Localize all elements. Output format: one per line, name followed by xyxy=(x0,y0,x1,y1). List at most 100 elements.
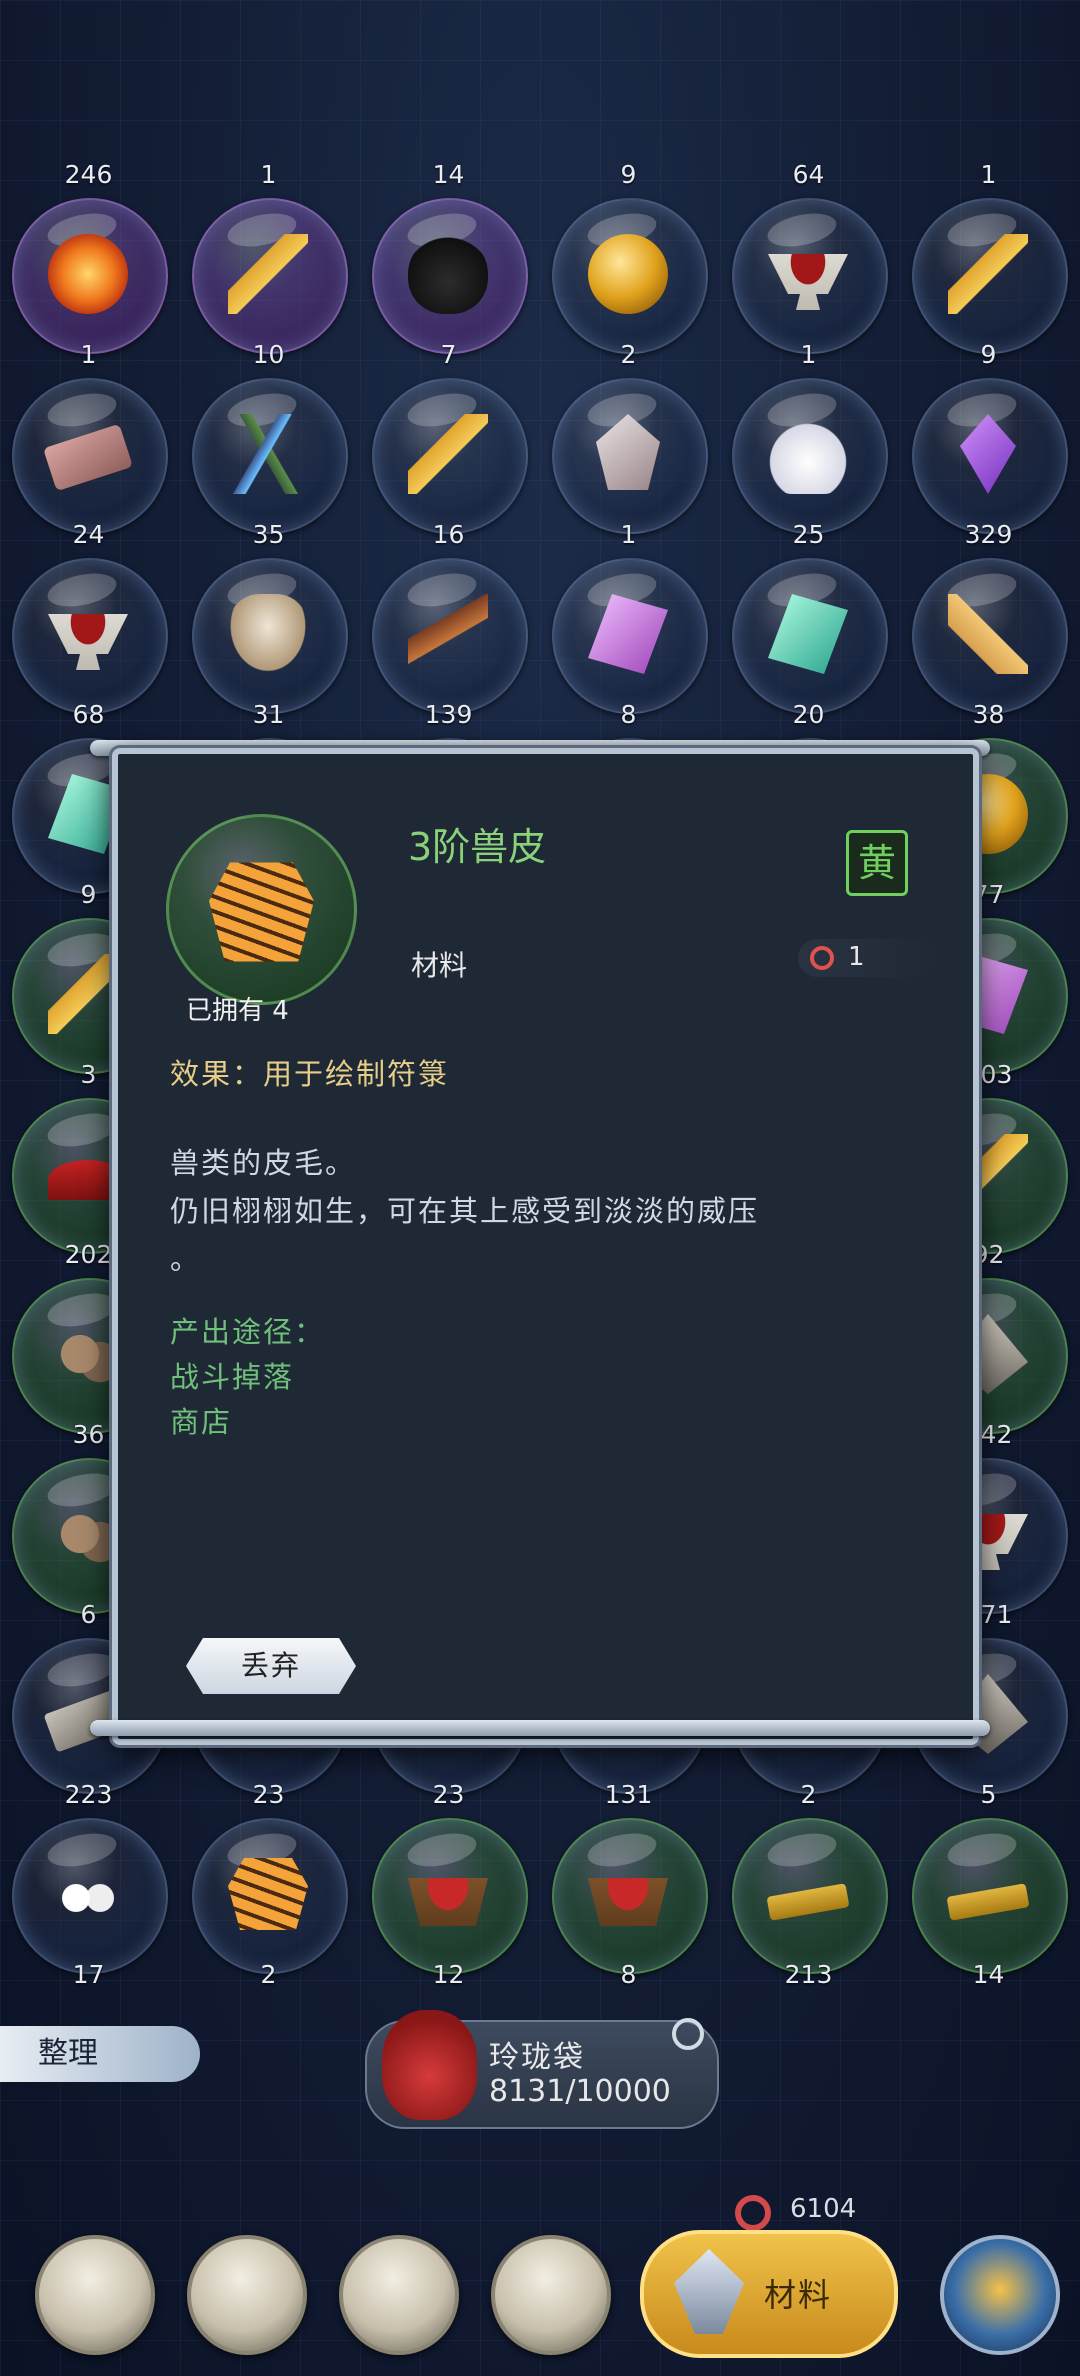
inventory-slot[interactable]: 16 xyxy=(366,520,531,714)
beetle-icon xyxy=(408,234,488,314)
inventory-slot[interactable]: 64 xyxy=(726,160,891,354)
tiger-pelt-icon xyxy=(228,1858,308,1930)
item-count: 14 xyxy=(972,1960,1005,1989)
ginseng-icon xyxy=(948,594,1028,674)
item-count: 223 xyxy=(64,1780,113,1809)
item-count: 2 xyxy=(620,340,637,369)
lingzhi-icon xyxy=(228,594,308,674)
item-count: 246 xyxy=(64,160,113,189)
modal-bottom-rod xyxy=(90,1720,990,1736)
fire-orb-icon xyxy=(48,234,128,314)
white-lotus-icon xyxy=(768,414,848,494)
item-count: 24 xyxy=(72,520,105,549)
inventory-slot[interactable]: 2 xyxy=(546,340,711,534)
bag-name: 玲珑袋 xyxy=(489,2040,585,2075)
discard-button[interactable]: 丢弃 xyxy=(186,1638,356,1694)
item-count: 2 xyxy=(800,1780,817,1809)
tiger-pelt-icon xyxy=(209,862,314,962)
item-count: 9 xyxy=(620,160,637,189)
inventory-slot[interactable]: 35 xyxy=(186,520,351,714)
inventory-slot[interactable]: 1 xyxy=(906,160,1071,354)
item-description: 兽类的皮毛。 仍旧栩栩如生，可在其上感受到淡淡的威压 。 xyxy=(170,1139,930,1283)
inventory-slot[interactable]: 213 xyxy=(726,1960,891,2130)
sword-shield-icon[interactable] xyxy=(35,2235,155,2355)
price-value: 1 xyxy=(848,942,865,972)
item-count: 329 xyxy=(964,520,1013,549)
item-name: 3阶兽皮 xyxy=(408,825,547,869)
crystal-icon xyxy=(674,2249,744,2334)
item-count: 64 xyxy=(792,160,825,189)
item-effect: 效果：用于绘制符箓 xyxy=(170,1057,450,1091)
inventory-slot[interactable]: 9 xyxy=(546,160,711,354)
description-line: 。 xyxy=(170,1242,202,1276)
golden-feather-icon xyxy=(948,234,1028,314)
item-count: 8 xyxy=(620,1960,637,1989)
inventory-slot[interactable]: 23 xyxy=(366,1780,531,1974)
item-detail-modal: 3阶兽皮 黄 材料 1 已拥有 4 效果：用于绘制符箓 兽类的皮毛。 仍旧栩栩如… xyxy=(112,748,979,1745)
potion-icon[interactable] xyxy=(491,2235,611,2355)
grade-badge: 黄 xyxy=(846,830,908,896)
price-pill: 1 xyxy=(798,939,938,977)
item-count: 1 xyxy=(260,160,277,189)
golden-feather-icon xyxy=(228,234,308,314)
inventory-slot[interactable]: 25 xyxy=(726,520,891,714)
inventory-slot[interactable]: 14 xyxy=(366,160,531,354)
item-count: 31 xyxy=(252,700,285,729)
gold-orb-icon xyxy=(588,234,668,314)
refresh-icon[interactable] xyxy=(672,2018,704,2050)
swirl-icon[interactable] xyxy=(940,2235,1060,2355)
source-item: 战斗掉落 xyxy=(170,1360,295,1394)
item-count: 25 xyxy=(792,520,825,549)
inventory-slot[interactable]: 1 xyxy=(546,520,711,714)
inventory-slot[interactable]: 329 xyxy=(906,520,1071,714)
item-count: 23 xyxy=(432,1780,465,1809)
inventory-slot[interactable]: 23 xyxy=(186,1780,351,1974)
spirit-stone-icon xyxy=(810,946,834,970)
item-count: 68 xyxy=(72,700,105,729)
wood-bundle-icon xyxy=(408,594,488,674)
item-count: 1 xyxy=(80,340,97,369)
item-count: 14 xyxy=(432,160,465,189)
inventory-slot[interactable]: 14 xyxy=(906,1960,1071,2130)
description-line: 仍旧栩栩如生，可在其上感受到淡淡的威压 xyxy=(170,1194,760,1228)
golden-feather-icon xyxy=(408,414,488,494)
inventory-slot[interactable]: 223 xyxy=(6,1780,171,1974)
item-count: 139 xyxy=(424,700,473,729)
item-count: 213 xyxy=(784,1960,833,1989)
item-count: 5 xyxy=(980,1780,997,1809)
tab-label: 材料 xyxy=(764,2276,833,2314)
description-line: 兽类的皮毛。 xyxy=(170,1146,357,1180)
lightning-branch-icon xyxy=(228,414,308,494)
inventory-slot[interactable]: 24 xyxy=(6,520,171,714)
sort-button[interactable]: 整理 xyxy=(0,2026,200,2082)
item-orb xyxy=(166,814,357,1005)
bag-panel[interactable]: 玲珑袋 8131/10000 xyxy=(365,2010,719,2129)
item-category: 材料 xyxy=(411,949,468,982)
item-count: 10 xyxy=(252,340,285,369)
pouch-icon[interactable] xyxy=(187,2235,307,2355)
inventory-slot[interactable]: 10 xyxy=(186,340,351,534)
item-count: 7 xyxy=(440,340,457,369)
bag-icon xyxy=(382,2010,477,2120)
currency-value: 6104 xyxy=(790,2194,857,2224)
inventory-slot[interactable]: 1 xyxy=(186,160,351,354)
inventory-slot[interactable]: 246 xyxy=(6,160,171,354)
inventory-slot[interactable]: 5 xyxy=(906,1780,1071,1974)
item-count: 16 xyxy=(432,520,465,549)
book-icon[interactable] xyxy=(339,2235,459,2355)
inventory-slot[interactable]: 1 xyxy=(6,340,171,534)
inventory-slot[interactable]: 131 xyxy=(546,1780,711,1974)
item-count: 9 xyxy=(980,340,997,369)
inventory-slot[interactable]: 1 xyxy=(726,340,891,534)
item-count: 131 xyxy=(604,1780,653,1809)
inventory-slot[interactable]: 2 xyxy=(186,1960,351,2130)
inventory-slot[interactable]: 7 xyxy=(366,340,531,534)
item-count: 8 xyxy=(620,700,637,729)
bottom-nav: 材料 xyxy=(0,2225,1080,2376)
tab-materials[interactable]: 材料 xyxy=(640,2230,898,2358)
item-count: 2 xyxy=(260,1960,277,1989)
inventory-slot[interactable]: 2 xyxy=(726,1780,891,1974)
inventory-slot[interactable]: 9 xyxy=(906,340,1071,534)
item-count: 1 xyxy=(800,340,817,369)
item-count: 1 xyxy=(980,160,997,189)
